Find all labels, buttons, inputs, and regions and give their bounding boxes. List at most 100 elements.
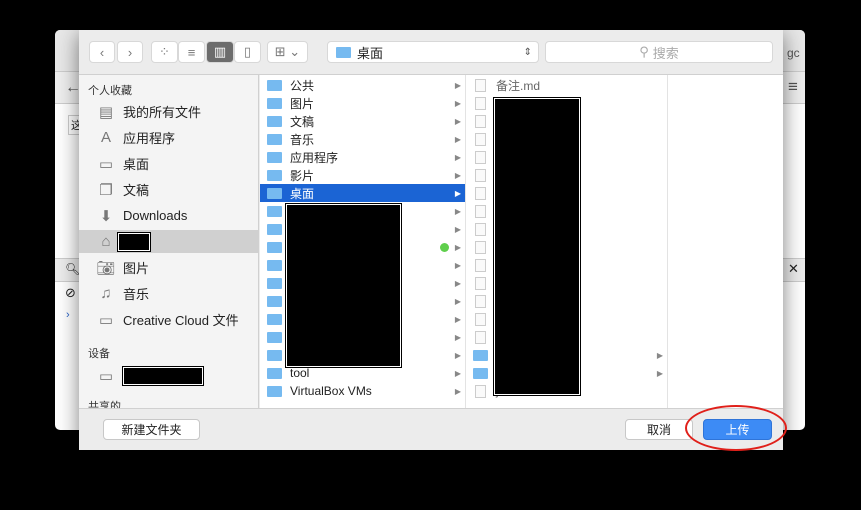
coverflow-view-button[interactable]: ▯ <box>234 41 261 63</box>
folder-icon <box>267 169 282 181</box>
location-popup[interactable]: 桌面 ⇕ <box>327 41 539 63</box>
sidebar-item-label: 应用程序 <box>123 131 176 146</box>
cancel-button[interactable]: 取消 <box>625 419 693 440</box>
list-item[interactable]: 影片 ▶ <box>260 166 465 184</box>
background-block-icon: ⊘ <box>65 285 76 300</box>
back-button[interactable]: ‹ <box>89 41 115 63</box>
coverflow-icon: ▯ <box>243 44 252 59</box>
folder-icon <box>267 79 282 91</box>
list-item[interactable]: 公共 ▶ <box>260 76 465 94</box>
folder-icon <box>267 349 282 361</box>
sidebar-item-desktop[interactable]: ▭ 桌面 <box>79 152 258 175</box>
redacted-folder-names <box>285 203 402 368</box>
list-item[interactable]: 图片 ▶ <box>260 94 465 112</box>
folder-icon <box>267 223 282 235</box>
background-chevron-icon: › <box>66 309 70 321</box>
list-icon: ≡ <box>187 44 196 60</box>
arrange-button[interactable]: ⊞ ⌄ <box>267 41 308 63</box>
sidebar-item-downloads[interactable]: ⬇ Downloads <box>79 204 258 227</box>
documents-icon: ❐ <box>99 181 113 199</box>
list-item[interactable]: 备注.md <box>466 76 667 94</box>
folder-icon <box>267 241 282 253</box>
disclosure-arrow-icon: ▶ <box>656 350 663 360</box>
disclosure-arrow-icon: ▶ <box>454 152 461 162</box>
item-label: tool <box>290 366 310 380</box>
devices-header: 设备 <box>88 348 110 360</box>
new-folder-button[interactable]: 新建文件夹 <box>103 419 200 440</box>
folder-icon <box>267 187 282 199</box>
sidebar-item-label: Creative Cloud 文件 <box>123 313 239 328</box>
sidebar-item-device[interactable]: ▭ <box>79 364 258 387</box>
folder-icon <box>267 277 282 289</box>
file-icon <box>475 240 486 254</box>
item-label: 影片 <box>290 168 315 183</box>
home-icon: ⌂ <box>101 233 111 250</box>
location-label: 桌面 <box>357 45 384 61</box>
computer-icon: ▭ <box>98 367 114 385</box>
folder-icon <box>473 349 488 361</box>
all-files-icon: ▤ <box>98 103 114 121</box>
file-icon <box>475 330 486 344</box>
list-item[interactable]: 音乐 ▶ <box>260 130 465 148</box>
folder-icon: ▭ <box>98 311 114 329</box>
search-field[interactable]: ⚲ 搜索 <box>545 41 773 63</box>
folder-icon <box>267 367 282 379</box>
sidebar: 个人收藏 ▤ 我的所有文件 A 应用程序 ▭ 桌面 ❐ 文稿 ⬇ Downloads ⌂ … <box>79 75 259 408</box>
disclosure-arrow-icon: ▶ <box>454 206 461 216</box>
sidebar-item-label: 音乐 <box>123 287 150 302</box>
sidebar-item-pictures[interactable]: 📷︎ 图片 <box>79 256 258 279</box>
file-icon <box>475 96 486 110</box>
disclosure-arrow-icon: ▶ <box>454 80 461 90</box>
music-icon: ♫ <box>100 285 112 302</box>
item-label: 应用程序 <box>290 150 339 165</box>
dialog-bottom-bar: 新建文件夹 取消 上传 <box>79 408 783 450</box>
sidebar-item-label: 图片 <box>123 261 150 276</box>
columns-icon: ▥ <box>213 44 227 59</box>
sidebar-item-label: Downloads <box>123 208 188 223</box>
file-icon <box>475 132 486 146</box>
folder-icon <box>267 295 282 307</box>
file-icon <box>475 276 486 290</box>
list-item[interactable]: 桌面 ▶ <box>260 184 465 202</box>
sidebar-item-home[interactable]: ⌂ <box>79 230 258 253</box>
list-item[interactable]: 应用程序 ▶ <box>260 148 465 166</box>
folder-icon <box>267 385 282 397</box>
grid-icon: ⁘ <box>159 44 170 59</box>
downloads-icon: ⬇ <box>99 207 113 225</box>
sidebar-item-creative-cloud[interactable]: ▭ Creative Cloud 文件 <box>79 308 258 331</box>
list-item[interactable]: 文稿 ▶ <box>260 112 465 130</box>
list-view-button[interactable]: ≡ <box>178 41 205 63</box>
item-label: 图片 <box>290 96 315 111</box>
highlight-circle-annotation <box>685 405 787 451</box>
item-label: 桌面 <box>290 186 315 201</box>
file-icon <box>475 150 486 164</box>
list-item[interactable]: VirtualBox VMs ▶ <box>260 382 465 400</box>
item-label: 文稿 <box>290 114 315 129</box>
folder-icon <box>267 313 282 325</box>
disclosure-arrow-icon: ▶ <box>656 368 663 378</box>
column-view-button[interactable]: ▥ <box>206 41 234 63</box>
search-icon: ⚲ <box>639 44 649 59</box>
green-tag-icon <box>440 242 449 252</box>
file-open-dialog: ‹ › ⁘ ≡ ▥ ▯ ⊞ ⌄ 桌面 ⇕ ⚲ 搜索 个人收藏 ▤ 我的所有文件 A… <box>79 30 783 450</box>
disclosure-arrow-icon: ▶ <box>454 188 461 198</box>
background-menu-icon: ≡ <box>788 77 798 96</box>
disclosure-arrow-icon: ▶ <box>454 350 461 360</box>
item-label: VirtualBox VMs <box>290 384 372 398</box>
disclosure-arrow-icon: ▶ <box>454 368 461 378</box>
forward-button[interactable]: › <box>117 41 143 63</box>
sidebar-item-applications[interactable]: A 应用程序 <box>79 126 258 149</box>
item-label: 公共 <box>290 78 315 93</box>
sidebar-item-documents[interactable]: ❐ 文稿 <box>79 178 258 201</box>
sidebar-item-all-files[interactable]: ▤ 我的所有文件 <box>79 100 258 123</box>
sidebar-item-music[interactable]: ♫ 音乐 <box>79 282 258 305</box>
camera-icon: 📷︎ <box>96 259 116 277</box>
icon-view-button[interactable]: ⁘ <box>151 41 178 63</box>
folder-icon <box>267 133 282 145</box>
search-placeholder: 搜索 <box>652 45 679 61</box>
redacted-device-name <box>122 365 204 386</box>
folder-icon <box>267 331 282 343</box>
arrange-icon: ⊞ ⌄ <box>274 44 301 59</box>
folder-icon <box>267 205 282 217</box>
disclosure-arrow-icon: ▶ <box>454 314 461 324</box>
